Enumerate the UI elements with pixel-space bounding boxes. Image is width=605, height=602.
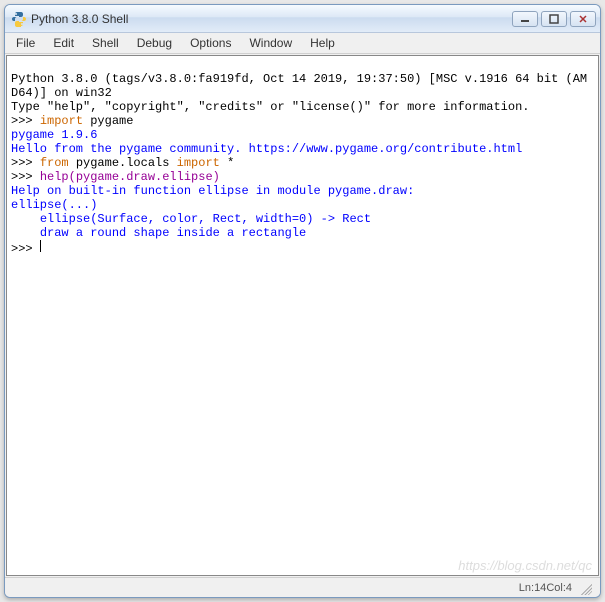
menu-file[interactable]: File bbox=[7, 34, 44, 52]
input-line-3: >>> help(pygame.draw.ellipse) bbox=[11, 170, 594, 184]
banner-line-1: Python 3.8.0 (tags/v3.8.0:fa919fd, Oct 1… bbox=[11, 72, 594, 100]
prompt: >>> bbox=[11, 114, 40, 128]
shell-text-area[interactable]: Python 3.8.0 (tags/v3.8.0:fa919fd, Oct 1… bbox=[6, 55, 599, 576]
status-ln-label: Ln: bbox=[519, 582, 534, 594]
input-line-2: >>> from pygame.locals import * bbox=[11, 156, 594, 170]
maximize-button[interactable] bbox=[541, 11, 567, 27]
titlebar[interactable]: Python 3.8.0 Shell bbox=[5, 5, 600, 33]
statusbar: Ln: 14 Col: 4 bbox=[5, 577, 600, 597]
status-col-label: Col: bbox=[546, 582, 566, 594]
tok-star: * bbox=[220, 156, 234, 170]
app-icon bbox=[11, 11, 27, 27]
prompt: >>> bbox=[11, 156, 40, 170]
current-prompt: >>> bbox=[11, 240, 594, 256]
menu-options[interactable]: Options bbox=[181, 34, 240, 52]
prompt: >>> bbox=[11, 170, 40, 184]
help-line-1: Help on built-in function ellipse in mod… bbox=[11, 184, 594, 198]
output-line-2: Hello from the pygame community. https:/… bbox=[11, 142, 594, 156]
window-title: Python 3.8.0 Shell bbox=[31, 12, 512, 26]
kw-import: import bbox=[177, 156, 220, 170]
menu-help[interactable]: Help bbox=[301, 34, 344, 52]
menu-shell[interactable]: Shell bbox=[83, 34, 128, 52]
input-line-1: >>> import pygame bbox=[11, 114, 594, 128]
kw-from: from bbox=[40, 156, 69, 170]
help-line-4: draw a round shape inside a rectangle bbox=[11, 226, 594, 240]
cursor bbox=[40, 240, 41, 252]
help-line-3: ellipse(Surface, color, Rect, width=0) -… bbox=[11, 212, 594, 226]
output-line-1: pygame 1.9.6 bbox=[11, 128, 594, 142]
kw-import: import bbox=[40, 114, 83, 128]
window-controls bbox=[512, 11, 596, 27]
banner-line-2: Type "help", "copyright", "credits" or "… bbox=[11, 100, 594, 114]
menu-debug[interactable]: Debug bbox=[128, 34, 181, 52]
close-button[interactable] bbox=[570, 11, 596, 27]
help-line-2: ellipse(...) bbox=[11, 198, 594, 212]
idle-window: Python 3.8.0 Shell File Edit Shell Debug… bbox=[4, 4, 601, 598]
minimize-button[interactable] bbox=[512, 11, 538, 27]
prompt: >>> bbox=[11, 242, 40, 256]
watermark: https://blog.csdn.net/qc bbox=[458, 559, 592, 573]
tok-locals: pygame.locals bbox=[69, 156, 177, 170]
status-ln-value: 14 bbox=[534, 582, 546, 594]
status-col-value: 4 bbox=[566, 582, 572, 594]
menubar: File Edit Shell Debug Options Window Hel… bbox=[5, 33, 600, 54]
tok-pygame: pygame bbox=[83, 114, 133, 128]
resize-grip[interactable] bbox=[578, 581, 592, 595]
menu-edit[interactable]: Edit bbox=[44, 34, 83, 52]
tok-help-call: help(pygame.draw.ellipse) bbox=[40, 170, 220, 184]
menu-window[interactable]: Window bbox=[240, 34, 301, 52]
